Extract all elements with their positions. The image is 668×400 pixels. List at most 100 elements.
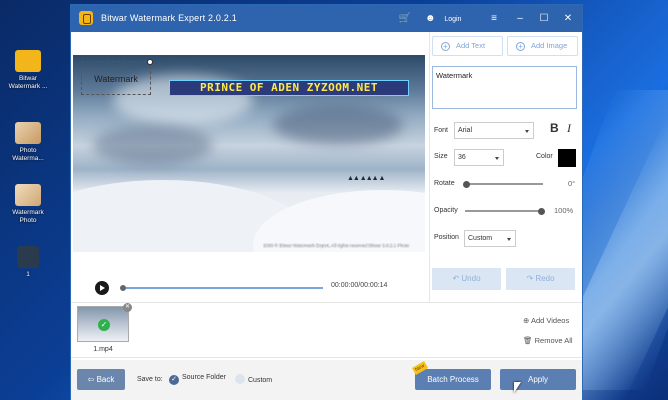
add-text-button[interactable]: + Add Text — [432, 36, 503, 56]
tree-line: ▲▲ ▲▲▲ ▲ — [347, 175, 385, 182]
time-readout: 00:00:00/00:00:14 — [331, 282, 388, 289]
login-label: Login — [444, 16, 462, 23]
custom-label: Custom — [248, 377, 273, 384]
settings-panel: + Add Text + Add Image Watermark Font Aria… — [429, 32, 584, 302]
add-videos-label: Add Videos — [530, 316, 570, 325]
custom-radio[interactable]: Custom — [235, 374, 272, 384]
desktop-icon-label: Photo Waterma... — [12, 147, 44, 162]
play-icon[interactable] — [95, 281, 109, 295]
title-bar: Bitwar Watermark Expert 2.0.2.1 🛒 ☻ Logi… — [71, 5, 582, 32]
watermark-banner-text: PRINCE OF ADEN ZYZOOM.NET — [169, 80, 409, 96]
footer-bar: ⇦ Back Save to: ✓ Source Folder Custom Ba… — [71, 360, 582, 400]
remove-file-icon[interactable]: ✕ — [123, 303, 132, 312]
back-arrow-icon: ⇦ — [87, 375, 95, 384]
login-button[interactable]: ☻ Login — [425, 11, 467, 26]
close-icon[interactable]: ✕ — [561, 11, 575, 26]
video-file-icon — [17, 246, 39, 268]
plus-icon: + — [516, 42, 525, 51]
plus-icon: + — [441, 42, 450, 51]
back-button[interactable]: ⇦ Back — [77, 369, 125, 390]
batch-process-button[interactable]: Batch Process New — [411, 361, 491, 390]
desktop-icon-label: Bitwar Watermark ... — [8, 75, 48, 90]
position-select[interactable]: Custom — [464, 230, 516, 247]
playback-bar: 00:00:00/00:00:14 — [73, 273, 425, 303]
plus-circle-icon: ⊕ — [523, 316, 530, 325]
size-value: 36 — [458, 154, 466, 161]
mouse-cursor-icon — [514, 382, 521, 393]
copyright-text: 2009 © Bitwar Watermark Expert, All righ… — [263, 243, 409, 248]
sky-cloud — [273, 105, 403, 145]
opacity-label: Opacity — [434, 207, 458, 214]
file-name: 1.mp4 — [93, 346, 113, 353]
desktop-icon-watermark-photo[interactable]: Watermark Photo — [4, 184, 52, 225]
watermark-text-box[interactable]: Watermark — [81, 59, 153, 95]
rotate-handle[interactable] — [147, 59, 153, 65]
watermark-text-value: Watermark — [436, 71, 473, 80]
watermark-text: Watermark — [94, 74, 138, 84]
rotate-label: Rotate — [434, 180, 455, 187]
progress-knob[interactable] — [120, 284, 126, 291]
apply-label: Apply — [527, 375, 548, 384]
minimize-icon[interactable]: – — [513, 11, 527, 26]
italic-button[interactable]: I — [567, 121, 571, 136]
desktop-icon-video-1[interactable]: 1 — [4, 246, 52, 279]
image-file-icon — [15, 184, 41, 206]
add-image-label: Add Image — [531, 41, 568, 50]
menu-icon[interactable]: ≡ — [487, 11, 501, 26]
save-to-label: Save to: — [137, 376, 163, 383]
desktop-icon-photo-watermark[interactable]: Photo Waterma... — [4, 122, 52, 163]
image-file-icon — [15, 122, 41, 144]
sky-cloud — [93, 125, 213, 165]
back-label: Back — [96, 375, 115, 384]
radio-unchecked-icon — [235, 374, 245, 384]
app-window: Bitwar Watermark Expert 2.0.2.1 🛒 ☻ Logi… — [70, 4, 583, 400]
cart-icon[interactable]: 🛒 — [397, 11, 413, 26]
watermark-text-input[interactable]: Watermark — [432, 66, 577, 109]
source-folder-label: Source Folder — [182, 374, 226, 381]
new-badge: New — [411, 361, 429, 375]
position-label: Position — [434, 234, 459, 241]
bitwar-app-icon — [15, 50, 41, 72]
desktop-icon-bitwar[interactable]: Bitwar Watermark ... — [4, 50, 52, 91]
font-label: Font — [434, 127, 449, 134]
add-videos-button[interactable]: ⊕ Add Videos — [523, 316, 569, 325]
apply-button[interactable]: Apply — [500, 369, 576, 390]
size-label: Size — [434, 153, 448, 160]
redo-button[interactable]: ↷ Redo — [506, 268, 575, 290]
radio-checked-icon: ✓ — [169, 375, 179, 385]
undo-label: Undo — [461, 274, 481, 283]
file-strip: ✓ ✕ 1.mp4 ⊕ Add Videos 🗑 Remove All — [71, 302, 582, 358]
redo-icon: ↷ — [526, 274, 534, 283]
color-swatch[interactable] — [558, 149, 576, 167]
opacity-slider[interactable] — [465, 207, 545, 215]
color-label: Color — [536, 153, 553, 160]
desktop-icon-label: Watermark Photo — [12, 209, 44, 224]
undo-button[interactable]: ↶ Undo — [432, 268, 501, 290]
maximize-icon[interactable]: ☐ — [537, 11, 551, 26]
file-thumbnail[interactable]: ✓ ✕ — [77, 303, 132, 342]
size-select[interactable]: 36 — [454, 149, 504, 166]
rotate-value: 0° — [568, 179, 576, 188]
progress-slider[interactable] — [120, 284, 323, 291]
font-value: Arial — [458, 127, 473, 134]
rotate-knob[interactable] — [463, 180, 470, 188]
remove-all-button[interactable]: 🗑 Remove All — [523, 336, 573, 345]
user-icon: ☻ — [425, 13, 436, 24]
source-folder-radio[interactable]: ✓ Source Folder — [169, 374, 226, 385]
undo-icon: ↶ — [452, 274, 460, 283]
add-text-label: Add Text — [456, 41, 486, 50]
rotate-slider[interactable] — [463, 180, 543, 188]
add-image-button[interactable]: + Add Image — [507, 36, 578, 56]
remove-all-label: Remove All — [534, 336, 573, 345]
position-value: Custom — [468, 235, 493, 242]
font-select[interactable]: Arial — [454, 122, 534, 139]
check-icon: ✓ — [98, 319, 110, 331]
opacity-knob[interactable] — [538, 207, 545, 215]
desktop-icon-label: 1 — [26, 271, 30, 278]
opacity-value: 100% — [554, 206, 574, 215]
bold-button[interactable]: B — [550, 121, 559, 135]
video-preview[interactable]: ▲▲ ▲▲▲ ▲ Watermark PRINCE OF ADEN ZYZOOM… — [73, 55, 425, 252]
app-logo-icon — [79, 11, 93, 25]
redo-label: Redo — [535, 274, 555, 283]
trash-icon: 🗑 — [523, 336, 533, 345]
